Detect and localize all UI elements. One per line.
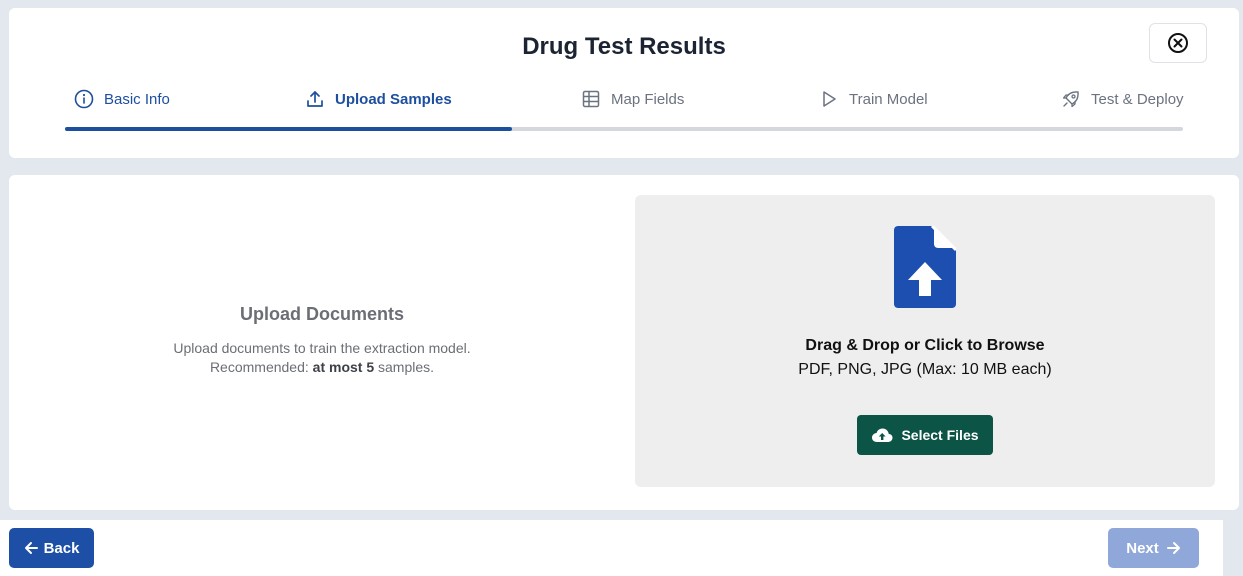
file-upload-icon bbox=[894, 226, 956, 308]
step-test-deploy[interactable]: Test & Deploy bbox=[1061, 88, 1184, 110]
close-button[interactable] bbox=[1149, 23, 1207, 63]
arrow-right-icon bbox=[1166, 542, 1180, 554]
select-files-label: Select Files bbox=[901, 427, 979, 443]
upload-icon bbox=[307, 91, 323, 107]
wizard-footer: Back Next bbox=[0, 520, 1223, 576]
step-label: Map Fields bbox=[611, 90, 685, 108]
back-button[interactable]: Back bbox=[9, 528, 94, 568]
wizard-steps: Basic Info Upload Samples Map Fields Tra… bbox=[65, 88, 1184, 110]
progress-bar bbox=[65, 127, 1183, 131]
step-map-fields[interactable]: Map Fields bbox=[581, 88, 684, 110]
cloud-upload-icon bbox=[872, 428, 893, 442]
upload-info: Upload Documents Upload documents to tra… bbox=[9, 175, 635, 510]
next-label: Next bbox=[1126, 539, 1159, 557]
page-title: Drug Test Results bbox=[522, 33, 726, 60]
progress-fill bbox=[65, 127, 513, 131]
recommended-count: at most 5 bbox=[312, 359, 375, 375]
table-icon bbox=[582, 90, 600, 108]
select-files-button[interactable]: Select Files bbox=[857, 415, 993, 455]
close-circle-icon bbox=[1168, 33, 1188, 53]
arrow-left-icon bbox=[24, 542, 38, 554]
step-label: Basic Info bbox=[104, 90, 170, 108]
dropzone-subtitle: PDF, PNG, JPG (Max: 10 MB each) bbox=[798, 361, 1052, 378]
next-button[interactable]: Next bbox=[1108, 528, 1199, 568]
play-icon bbox=[823, 91, 836, 107]
upload-card: Upload Documents Upload documents to tra… bbox=[9, 175, 1239, 510]
file-dropzone[interactable]: Drag & Drop or Click to Browse PDF, PNG,… bbox=[635, 195, 1215, 487]
step-label: Test & Deploy bbox=[1091, 90, 1184, 108]
step-train-model[interactable]: Train Model bbox=[819, 88, 928, 110]
step-upload-samples[interactable]: Upload Samples bbox=[305, 88, 452, 110]
back-label: Back bbox=[43, 539, 80, 557]
upload-info-title: Upload Documents bbox=[239, 304, 404, 324]
upload-info-line2: Recommended: at most 5 samples. bbox=[173, 358, 470, 377]
info-icon bbox=[74, 89, 94, 109]
step-basic-info[interactable]: Basic Info bbox=[74, 88, 170, 110]
dropzone-title: Drag & Drop or Click to Browse bbox=[805, 337, 1045, 354]
step-label: Upload Samples bbox=[335, 90, 452, 108]
wizard-header: Drug Test Results Basic Info Upload Samp… bbox=[9, 8, 1239, 158]
upload-info-line1: Upload documents to train the extraction… bbox=[173, 340, 471, 356]
recommended-prefix: Recommended: bbox=[209, 359, 313, 375]
upload-info-description: Upload documents to train the extraction… bbox=[173, 339, 470, 377]
recommended-suffix: samples. bbox=[374, 359, 435, 375]
rocket-icon bbox=[1062, 91, 1079, 108]
step-label: Train Model bbox=[849, 90, 928, 108]
